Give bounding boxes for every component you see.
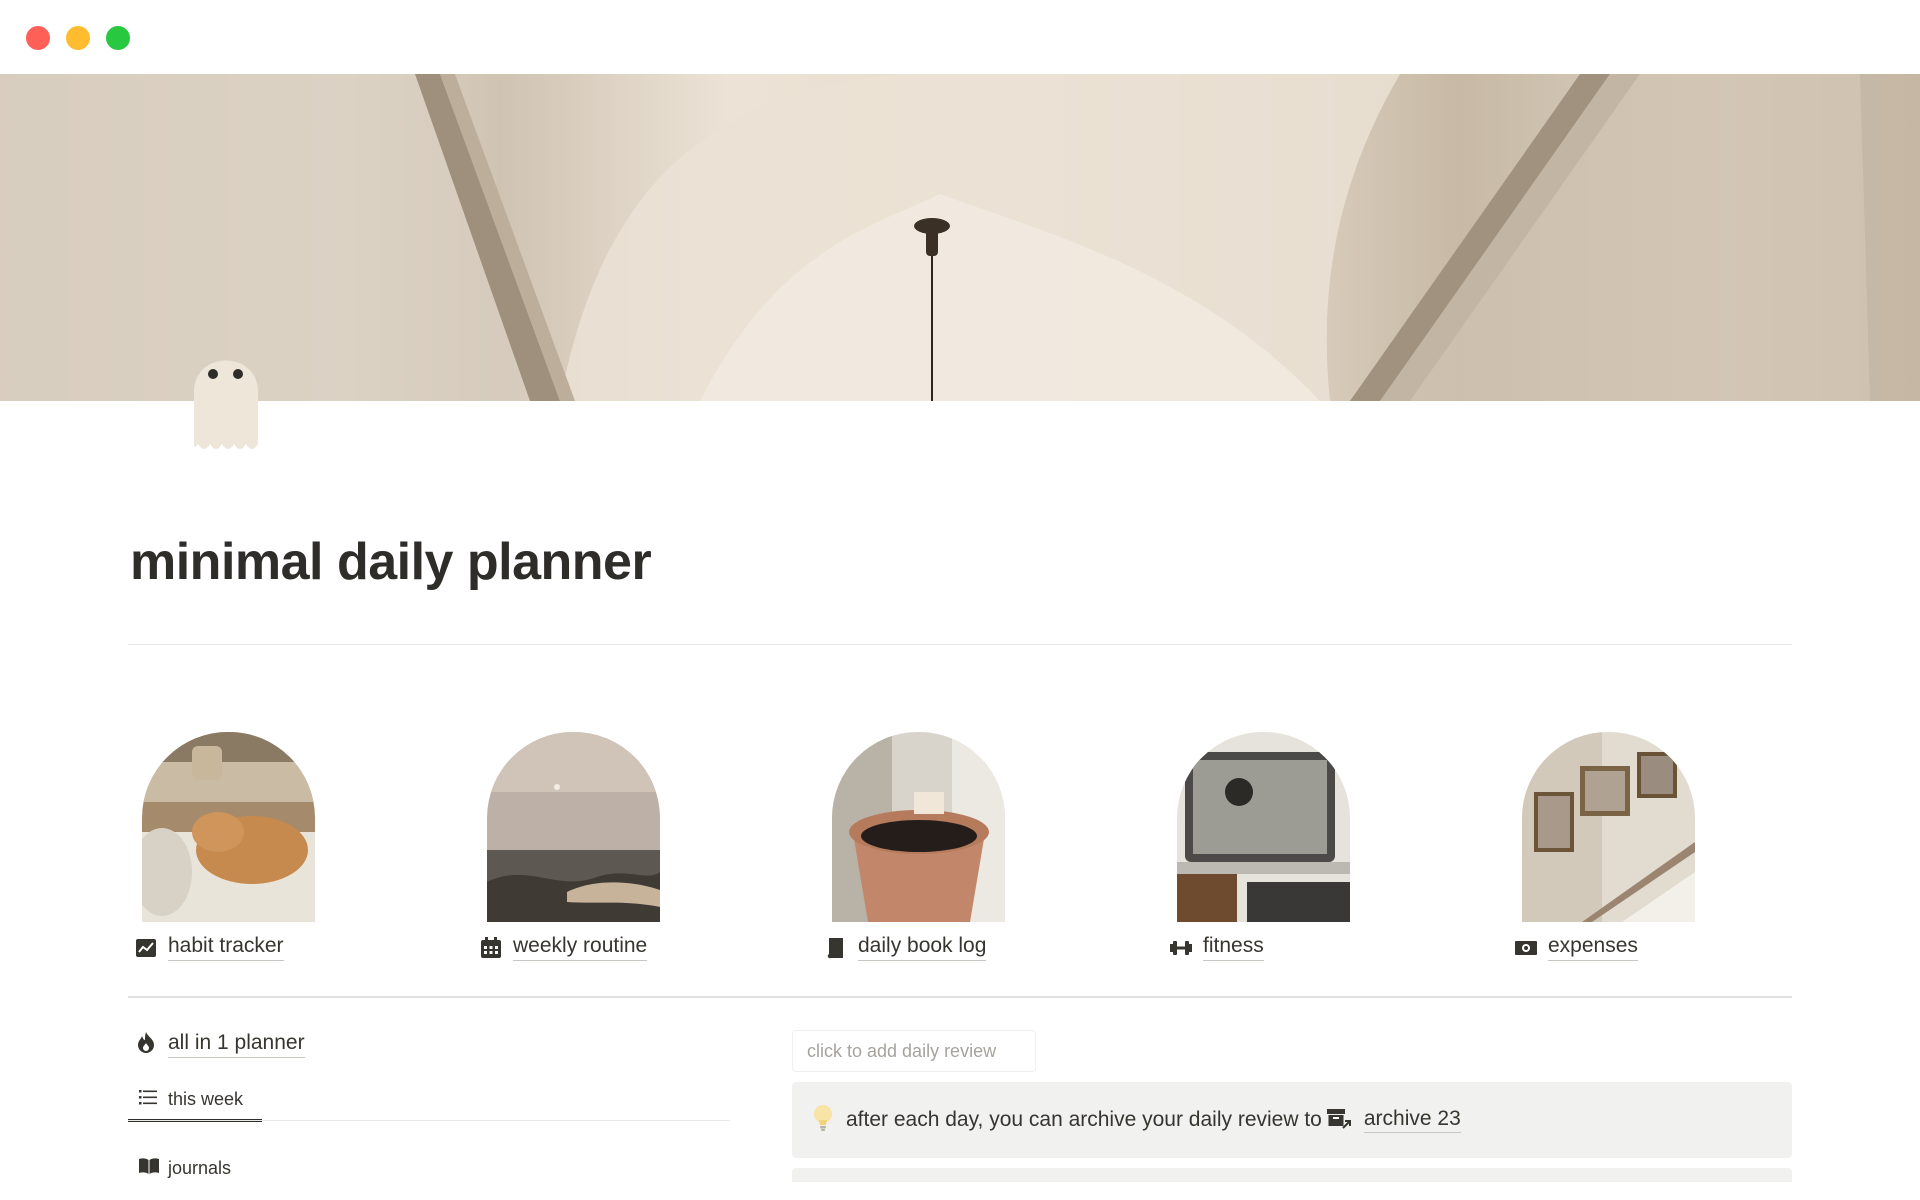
gallery-card-expenses[interactable]: expenses bbox=[1514, 730, 1844, 961]
gallery-label: habit tracker bbox=[134, 934, 284, 961]
gallery-card-habit-tracker[interactable]: habit tracker bbox=[134, 730, 464, 961]
gallery-card-weekly-routine[interactable]: weekly routine bbox=[479, 730, 809, 961]
cover-image bbox=[0, 74, 1920, 401]
gallery-card-daily-book-log[interactable]: daily book log bbox=[824, 730, 1154, 961]
gallery-label: weekly routine bbox=[479, 934, 648, 961]
archive-icon bbox=[1326, 1106, 1352, 1135]
list-icon bbox=[138, 1087, 158, 1112]
gallery-card-fitness[interactable]: fitness bbox=[1169, 730, 1499, 961]
lightbulb-icon bbox=[812, 1103, 834, 1138]
stairs-frames-photo bbox=[1522, 732, 1695, 922]
page-title[interactable]: minimal daily planner bbox=[130, 532, 652, 592]
plant-pot-photo bbox=[832, 732, 1005, 922]
dumbbell-icon bbox=[1169, 936, 1193, 960]
window-close-button[interactable] bbox=[26, 26, 50, 50]
ghost-icon[interactable] bbox=[186, 332, 266, 458]
laptop-drink-photo bbox=[1177, 732, 1350, 922]
sleeping-cat-photo bbox=[142, 732, 315, 922]
divider bbox=[128, 644, 1792, 645]
window-maximize-button[interactable] bbox=[106, 26, 130, 50]
window-titlebar bbox=[0, 0, 1920, 74]
open-book-icon bbox=[138, 1156, 160, 1181]
gallery-label: expenses bbox=[1514, 934, 1638, 961]
gallery-label: fitness bbox=[1169, 934, 1264, 961]
journals-group[interactable]: journals bbox=[138, 1156, 231, 1181]
book-icon bbox=[824, 936, 848, 960]
tab-this-week[interactable]: this week bbox=[128, 1080, 262, 1122]
add-daily-review-button[interactable]: click to add daily review bbox=[792, 1030, 1036, 1072]
sea-sunset-photo bbox=[487, 732, 660, 922]
calendar-icon bbox=[479, 936, 503, 960]
flame-icon bbox=[134, 1030, 158, 1059]
tab-underline bbox=[128, 1120, 730, 1121]
money-icon bbox=[1514, 936, 1538, 960]
window-minimize-button[interactable] bbox=[66, 26, 90, 50]
callout: after each day, you can archive your dai… bbox=[792, 1082, 1792, 1158]
divider bbox=[128, 996, 1792, 998]
gallery-label: daily book log bbox=[824, 934, 987, 961]
all-in-one-planner-link[interactable]: all in 1 planner bbox=[134, 1030, 305, 1059]
chart-icon bbox=[134, 936, 158, 960]
next-block-partial bbox=[792, 1168, 1792, 1182]
archive-link[interactable]: archive 23 bbox=[1363, 1107, 1461, 1133]
